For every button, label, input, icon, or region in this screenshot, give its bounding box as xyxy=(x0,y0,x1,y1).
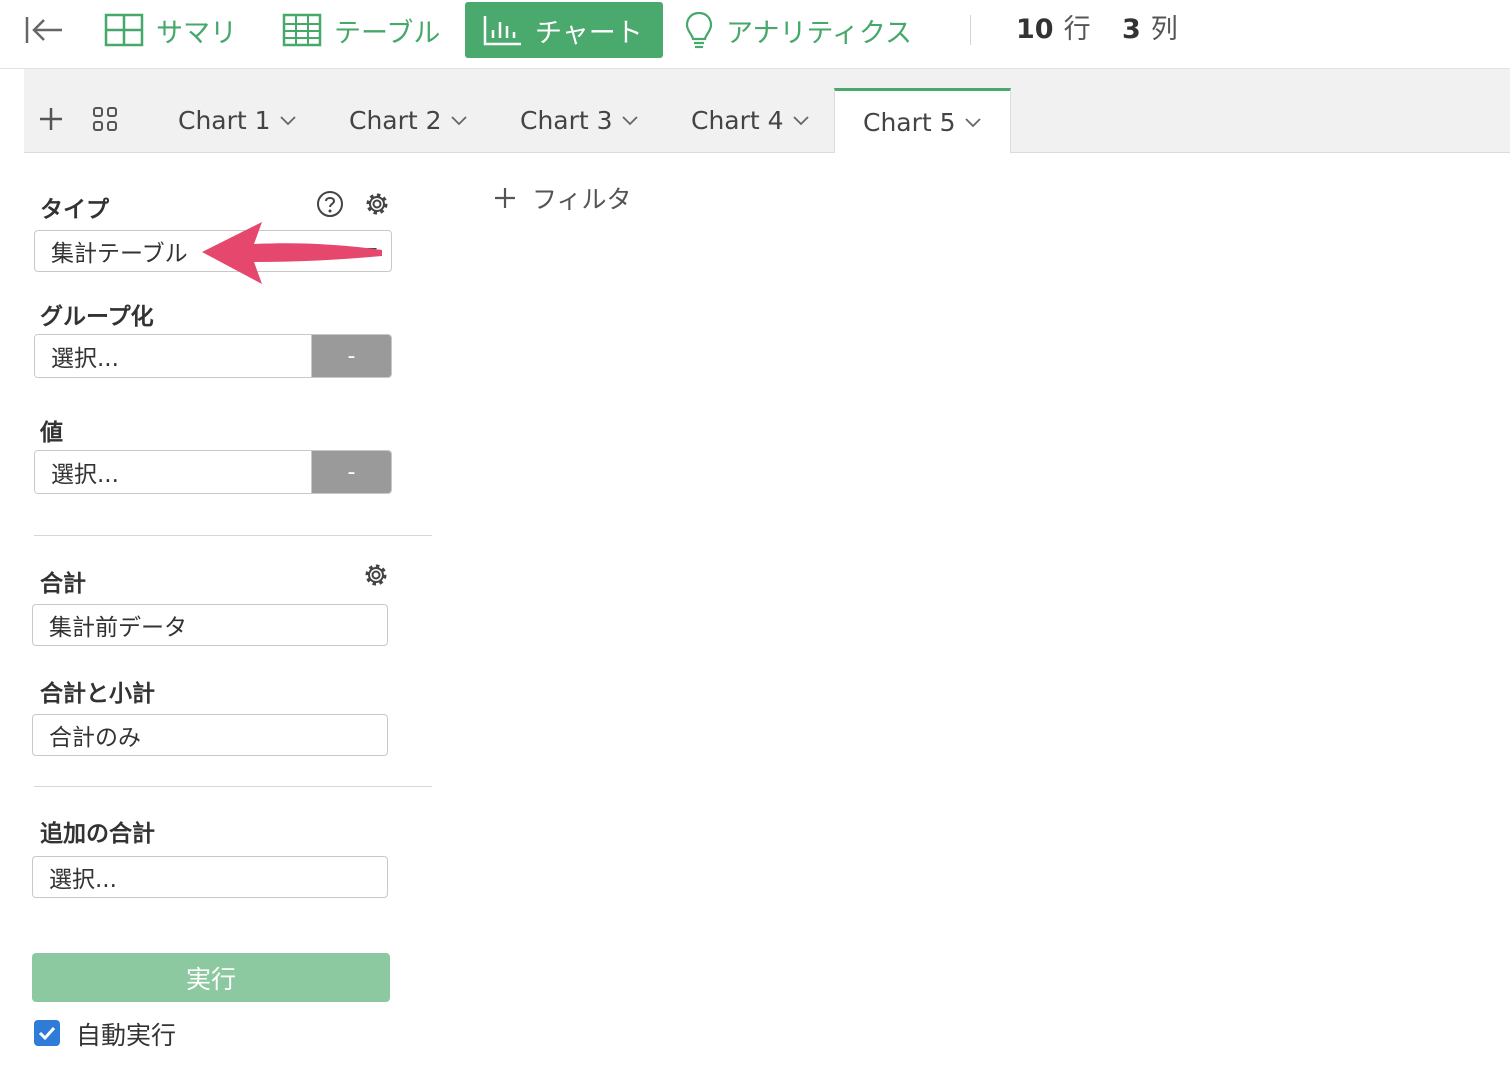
group-by-label: グループ化 xyxy=(40,304,154,330)
row-count: 10 行 xyxy=(1016,14,1091,46)
tab-chart-2[interactable]: Chart 2 xyxy=(349,88,468,152)
tab-chart-1[interactable]: Chart 1 xyxy=(178,88,297,152)
help-icon[interactable] xyxy=(316,190,344,218)
group-by-select[interactable]: 選択... xyxy=(35,335,312,377)
type-label: タイプ xyxy=(40,197,109,223)
nav-table[interactable]: テーブル xyxy=(282,2,440,58)
value-control: 選択... - xyxy=(34,450,392,494)
add-filter-label: フィルタ xyxy=(532,185,632,214)
chart-type-value: 集計テーブル xyxy=(51,241,188,267)
nav-chart[interactable]: チャート xyxy=(465,2,663,58)
plus-icon xyxy=(495,188,515,208)
group-by-remove-button[interactable]: - xyxy=(312,335,391,377)
group-by-control: 選択... - xyxy=(34,334,392,378)
column-count-unit: 列 xyxy=(1150,14,1178,45)
nav-summary[interactable]: サマリ xyxy=(104,2,237,58)
chevron-down-icon xyxy=(279,116,296,126)
toolbar-divider xyxy=(970,15,971,45)
chevron-down-icon xyxy=(621,116,638,126)
top-toolbar: サマリ テーブル チャート アナリティクス 10 行 3 列 xyxy=(0,0,1510,69)
tab-chart-5[interactable]: Chart 5 xyxy=(834,88,1011,153)
value-remove-button[interactable]: - xyxy=(312,451,391,493)
summary-grid-icon xyxy=(104,13,144,47)
total-select[interactable]: 集計前データ xyxy=(32,604,388,646)
tab-label: Chart 3 xyxy=(520,105,613,135)
lightbulb-icon xyxy=(685,11,713,49)
tab-label: Chart 1 xyxy=(178,105,271,135)
extra-total-select[interactable]: 選択... xyxy=(32,856,388,898)
row-count-unit: 行 xyxy=(1063,14,1091,45)
total-value: 集計前データ xyxy=(49,615,187,641)
column-count-value: 3 xyxy=(1122,14,1141,45)
collapse-left-icon[interactable] xyxy=(24,14,64,46)
grid-view-icon[interactable] xyxy=(92,106,118,132)
column-count: 3列 xyxy=(1122,14,1178,46)
section-divider xyxy=(34,535,432,536)
value-select[interactable]: 選択... xyxy=(35,451,312,493)
total-label: 合計 xyxy=(40,571,86,597)
add-filter-button[interactable]: フィルタ xyxy=(494,180,632,216)
auto-run-label: 自動実行 xyxy=(76,1021,177,1050)
chevron-down-icon xyxy=(964,118,981,128)
nav-summary-label: サマリ xyxy=(156,17,237,49)
extra-total-placeholder: 選択... xyxy=(49,867,117,893)
gear-icon[interactable] xyxy=(362,561,390,589)
subtotal-select[interactable]: 合計のみ xyxy=(32,714,388,756)
gear-icon[interactable] xyxy=(363,190,391,218)
tab-label: Chart 5 xyxy=(863,107,956,137)
nav-table-label: テーブル xyxy=(334,17,441,49)
add-chart-icon[interactable] xyxy=(38,106,64,132)
run-button[interactable]: 実行 xyxy=(32,953,390,1002)
subtotal-label: 合計と小計 xyxy=(40,681,155,707)
chevron-down-icon xyxy=(450,116,467,126)
tab-label: Chart 2 xyxy=(349,105,442,135)
nav-analytics-label: アナリティクス xyxy=(726,17,913,49)
value-label: 値 xyxy=(40,420,63,446)
section-divider xyxy=(34,786,432,787)
table-icon xyxy=(282,13,322,47)
auto-run-checkbox[interactable] xyxy=(34,1020,60,1046)
tab-chart-3[interactable]: Chart 3 xyxy=(520,88,639,152)
chevron-down-icon xyxy=(792,116,809,126)
extra-total-label: 追加の合計 xyxy=(40,821,155,847)
row-count-value: 10 xyxy=(1016,14,1054,45)
tab-label: Chart 4 xyxy=(691,105,784,135)
nav-analytics[interactable]: アナリティクス xyxy=(684,2,912,58)
nav-chart-label: チャート xyxy=(535,17,643,49)
subtotal-value: 合計のみ xyxy=(49,725,141,751)
bar-chart-icon xyxy=(483,16,521,46)
tab-chart-4[interactable]: Chart 4 xyxy=(691,88,810,152)
annotation-arrow-icon xyxy=(202,222,382,284)
checkmark-icon xyxy=(38,1026,56,1041)
